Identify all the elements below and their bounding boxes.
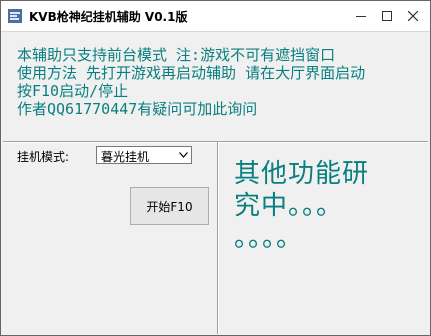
instruction-line: 作者QQ61770447有疑问可加此询问 (17, 100, 258, 118)
instruction-line: 按F10启动/停止 (17, 82, 129, 100)
mode-dropdown[interactable]: 暮光挂机 (96, 146, 192, 164)
title-bar[interactable]: KVB枪神纪挂机辅助 V0.1版 (1, 1, 430, 32)
chevron-down-icon[interactable] (175, 147, 191, 163)
window-title: KVB枪神纪挂机辅助 V0.1版 (29, 10, 188, 24)
other-features-line: 其他功能研 (234, 159, 370, 189)
instruction-line: 本辅助只支持前台模式 注:游戏不可有遮挡窗口 (17, 46, 336, 64)
vertical-divider (217, 142, 219, 334)
minimize-icon (356, 16, 366, 17)
app-window: KVB枪神纪挂机辅助 V0.1版 本辅助只支持前台模式 注:游戏不可有遮挡窗口 … (0, 0, 431, 336)
mode-dropdown-value: 暮光挂机 (101, 150, 150, 164)
app-icon (8, 9, 22, 23)
close-button[interactable] (396, 1, 430, 31)
other-features-line: 。。。。 (234, 223, 304, 253)
start-button[interactable]: 开始F10 (130, 187, 209, 225)
close-icon (408, 11, 418, 21)
mode-label: 挂机模式: (17, 150, 70, 164)
other-features-line: 究中。。。 (234, 191, 344, 221)
horizontal-divider (3, 141, 428, 143)
instruction-line: 使用方法 先打开游戏再启动辅助 请在大厅界面启动 (17, 64, 366, 82)
instructions-text: 本辅助只支持前台模式 注:游戏不可有遮挡窗口 使用方法 先打开游戏再启动辅助 请… (17, 46, 365, 118)
other-features-text: 其他功能研 究中。。。 。。。。 (234, 158, 404, 254)
maximize-icon (382, 11, 392, 21)
